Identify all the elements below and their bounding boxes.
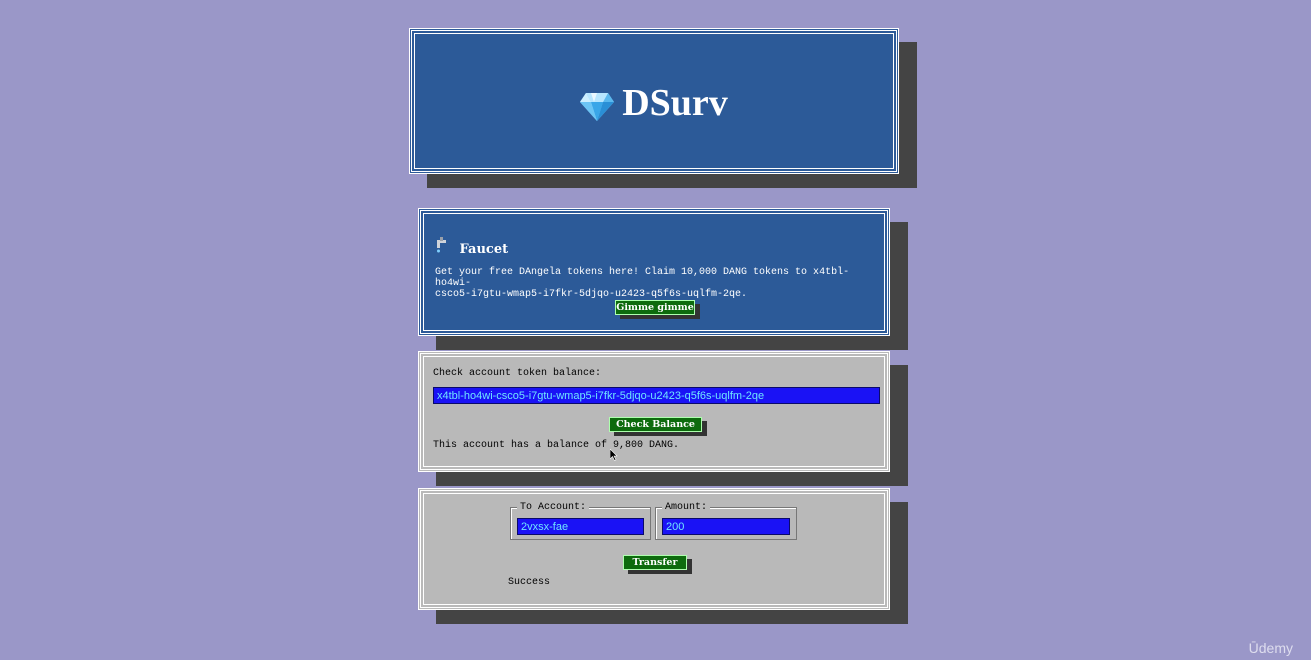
- amount-fieldset: Amount:: [655, 502, 797, 540]
- to-account-input[interactable]: [517, 518, 644, 535]
- check-balance-button[interactable]: Check Balance: [609, 417, 702, 432]
- app-header: DSurv: [409, 28, 899, 174]
- to-account-label: To Account:: [517, 502, 590, 513]
- balance-label: Check account token balance:: [433, 368, 602, 379]
- app-title: DSurv: [622, 82, 728, 124]
- transfer-button[interactable]: Transfer: [623, 555, 687, 570]
- account-id-input[interactable]: [433, 387, 880, 404]
- gimme-gimme-button[interactable]: Gimme gimme: [615, 300, 695, 315]
- faucet-heading: Faucet: [435, 237, 508, 257]
- faucet-icon: [435, 237, 454, 257]
- transfer-panel: To Account: Amount: Transfer Success: [418, 488, 890, 610]
- to-account-fieldset: To Account:: [510, 502, 651, 540]
- diamond-icon: [580, 93, 615, 121]
- mouse-cursor-icon: [610, 449, 618, 461]
- faucet-description: Get your free DAngela tokens here! Claim…: [435, 267, 850, 300]
- app-logo: DSurv: [412, 83, 896, 123]
- balance-panel: Check account token balance: Check Balan…: [418, 351, 890, 472]
- balance-result: This account has a balance of 9,800 DANG…: [433, 440, 680, 451]
- amount-input[interactable]: [662, 518, 790, 535]
- faucet-title: Faucet: [459, 242, 509, 257]
- watermark: Ūdemy: [1248, 640, 1293, 656]
- amount-label: Amount:: [662, 502, 711, 513]
- faucet-panel: Faucet Get your free DAngela tokens here…: [418, 208, 890, 336]
- transfer-status: Success: [508, 577, 551, 588]
